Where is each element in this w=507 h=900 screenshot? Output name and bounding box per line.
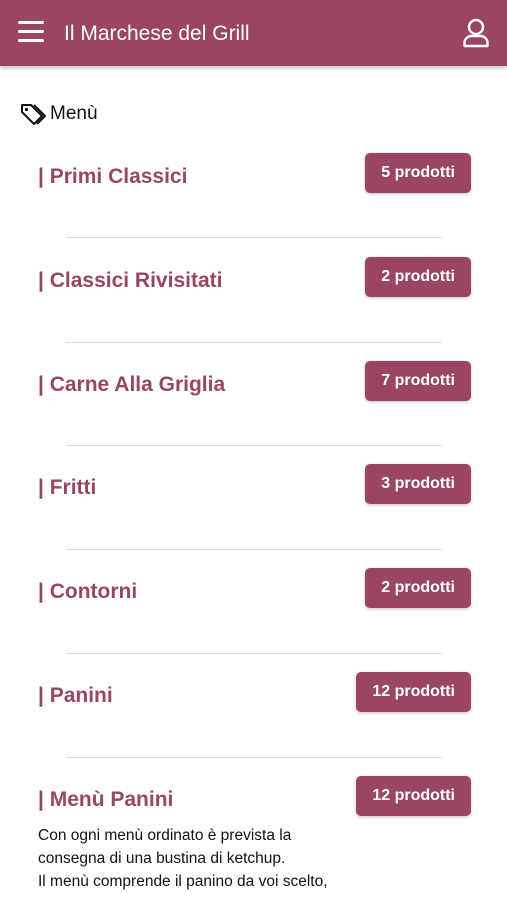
- category-title[interactable]: | Carne Alla Griglia: [38, 372, 225, 398]
- product-count-badge[interactable]: 7 prodotti: [365, 361, 471, 401]
- app-header: Il Marchese del Grill: [0, 0, 507, 66]
- category-title[interactable]: | Panini: [38, 683, 113, 709]
- product-count-badge[interactable]: 2 prodotti: [365, 568, 471, 608]
- description-line: consegna di una bustina di ketchup.: [38, 850, 286, 867]
- hamburger-icon-line: [18, 39, 44, 42]
- app-title: Il Marchese del Grill: [64, 22, 250, 45]
- divider: [66, 653, 442, 654]
- category-title[interactable]: | Contorni: [38, 579, 137, 605]
- product-count-badge[interactable]: 2 prodotti: [365, 257, 471, 297]
- description-line: Il menù comprende il panino da voi scelt…: [38, 873, 328, 890]
- product-count-badge[interactable]: 5 prodotti: [365, 153, 471, 193]
- hamburger-icon-line: [18, 21, 44, 24]
- category-title[interactable]: | Classici Rivisitati: [38, 268, 222, 294]
- divider: [66, 549, 442, 550]
- user-icon: [463, 18, 489, 48]
- user-account-button[interactable]: [462, 18, 490, 48]
- divider: [66, 342, 442, 343]
- description-line: Con ogni menù ordinato è prevista la: [38, 827, 292, 844]
- product-count-badge[interactable]: 12 prodotti: [356, 672, 471, 712]
- hamburger-icon-line: [18, 30, 44, 33]
- product-count-badge[interactable]: 3 prodotti: [365, 464, 471, 504]
- category-title[interactable]: | Primi Classici: [38, 164, 187, 190]
- divider: [66, 237, 442, 238]
- menu-section-heading: Menù: [20, 101, 98, 127]
- section-label: Menù: [50, 103, 98, 124]
- divider: [66, 757, 442, 758]
- tag-icon: [21, 104, 46, 125]
- category-description: Con ogni menù ordinato è prevista la con…: [38, 824, 368, 893]
- category-title[interactable]: | Menù Panini: [38, 787, 173, 813]
- category-title[interactable]: | Fritti: [38, 475, 96, 501]
- divider: [66, 445, 442, 446]
- hamburger-menu-button[interactable]: [18, 21, 44, 45]
- product-count-badge[interactable]: 12 prodotti: [356, 776, 471, 816]
